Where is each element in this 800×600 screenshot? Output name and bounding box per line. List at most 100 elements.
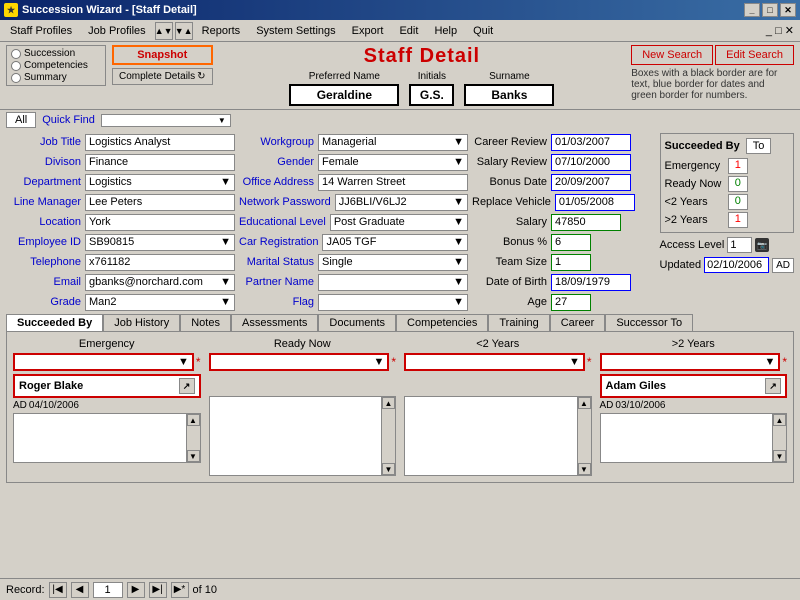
office-address-input[interactable] — [318, 174, 468, 191]
lt2-years-combo[interactable]: ▼ — [404, 353, 585, 371]
tab-documents[interactable]: Documents — [318, 314, 396, 331]
complete-details-button[interactable]: Complete Details ↻ — [112, 68, 213, 85]
record-new-button[interactable]: ▶* — [171, 582, 189, 598]
division-label: Divison — [6, 156, 81, 168]
replace-vehicle-input[interactable] — [555, 194, 635, 211]
lt2-scroll-down[interactable]: ▼ — [578, 463, 591, 475]
updated-row: Updated AD — [660, 257, 795, 273]
email-combo[interactable]: gbanks@norchard.com▼ — [85, 274, 235, 291]
gt2-scroll-up[interactable]: ▲ — [773, 414, 786, 426]
tab-job-history[interactable]: Job History — [103, 314, 180, 331]
all-button[interactable]: All — [6, 112, 36, 128]
tab-successor-to[interactable]: Successor To — [605, 314, 693, 331]
department-combo[interactable]: Logistics▼ — [85, 174, 235, 191]
record-prev-button[interactable]: ◀ — [71, 582, 89, 598]
radio-succession[interactable]: Succession — [11, 48, 101, 59]
tab-training[interactable]: Training — [488, 314, 549, 331]
emergency-column: Emergency ▼ * Roger Blake ↗ AD 04/10/200… — [13, 338, 201, 476]
sort-desc-button[interactable]: ▼▲ — [175, 22, 193, 40]
edit-search-button[interactable]: Edit Search — [715, 45, 794, 65]
lt2-years-listbox[interactable]: ▲ ▼ — [404, 396, 592, 476]
line-manager-input[interactable] — [85, 194, 235, 211]
radio-competencies[interactable]: Competencies — [11, 60, 101, 71]
workgroup-combo[interactable]: Managerial▼ — [318, 134, 468, 151]
tab-competencies[interactable]: Competencies — [396, 314, 488, 331]
menu-system-settings[interactable]: System Settings — [248, 23, 343, 39]
menu-staff-profiles[interactable]: Staff Profiles — [2, 23, 80, 39]
surname-input[interactable] — [464, 84, 554, 106]
tab-career[interactable]: Career — [550, 314, 606, 331]
bonus-pct-input[interactable] — [551, 234, 591, 251]
initials-input[interactable] — [409, 84, 454, 106]
ready-now-listbox[interactable]: ▲ ▼ — [209, 396, 397, 476]
radio-summary[interactable]: Summary — [11, 72, 101, 83]
division-input[interactable] — [85, 154, 235, 171]
employee-id-combo[interactable]: SB90815▼ — [85, 234, 235, 251]
partner-name-combo[interactable]: ▼ — [318, 274, 468, 291]
emergency-listbox[interactable]: ▲ ▼ — [13, 413, 201, 463]
menu-quit[interactable]: Quit — [465, 23, 501, 39]
ready-now-combo[interactable]: ▼ — [209, 353, 390, 371]
career-review-label: Career Review — [472, 136, 547, 148]
gt2-scroll-down[interactable]: ▼ — [773, 450, 786, 462]
preferred-name-field: Preferred Name — [289, 71, 399, 106]
job-title-input[interactable] — [85, 134, 235, 151]
emergency-combo[interactable]: ▼ — [13, 353, 194, 371]
age-input[interactable] — [551, 294, 591, 311]
grade-label: Grade — [6, 296, 81, 308]
preferred-name-input[interactable] — [289, 84, 399, 106]
location-input[interactable] — [85, 214, 235, 231]
grade-combo[interactable]: Man2▼ — [85, 294, 235, 311]
minimize-button[interactable]: _ — [744, 3, 760, 17]
record-last-button[interactable]: ▶| — [149, 582, 167, 598]
quickfind-combo[interactable]: ▼ — [101, 114, 231, 127]
educational-level-label: Educational Level — [239, 216, 326, 228]
career-review-input[interactable] — [551, 134, 631, 151]
menu-reports[interactable]: Reports — [194, 23, 249, 39]
record-first-button[interactable]: |◀ — [49, 582, 67, 598]
gt2-years-combo[interactable]: ▼ — [600, 353, 781, 371]
adam-giles-icon[interactable]: ↗ — [765, 378, 781, 394]
menu-job-profiles[interactable]: Job Profiles — [80, 23, 153, 39]
adam-giles-name: Adam Giles — [606, 380, 667, 392]
tab-succeeded-by[interactable]: Succeeded By — [6, 314, 103, 331]
office-address-label: Office Address — [239, 176, 314, 188]
network-password-combo[interactable]: JJ6BLI/V6LJ2▼ — [335, 194, 468, 211]
ready-now-scroll-up[interactable]: ▲ — [382, 397, 395, 409]
new-search-button[interactable]: New Search — [631, 45, 713, 65]
date-of-birth-input[interactable] — [551, 274, 631, 291]
menu-help[interactable]: Help — [426, 23, 465, 39]
record-total: of 10 — [193, 584, 217, 596]
menu-export[interactable]: Export — [344, 23, 392, 39]
lt2-scroll-up[interactable]: ▲ — [578, 397, 591, 409]
car-registration-combo[interactable]: JA05 TGF▼ — [322, 234, 468, 251]
marital-status-combo[interactable]: Single▼ — [318, 254, 468, 271]
updated-input[interactable] — [704, 257, 769, 273]
close-button[interactable]: ✕ — [780, 3, 796, 17]
tab-assessments[interactable]: Assessments — [231, 314, 318, 331]
listbox-scroll-up[interactable]: ▲ — [187, 414, 200, 426]
roger-blake-icon[interactable]: ↗ — [179, 378, 195, 394]
network-password-label: Network Password — [239, 196, 331, 208]
maximize-button[interactable]: □ — [762, 3, 778, 17]
record-number[interactable]: 1 — [93, 582, 123, 598]
listbox-scroll-down[interactable]: ▼ — [187, 450, 200, 462]
gt2-years-listbox[interactable]: ▲ ▼ — [600, 413, 788, 463]
salary-input[interactable] — [551, 214, 621, 231]
salary-review-input[interactable] — [551, 154, 631, 171]
succeeded-by-to-button[interactable]: To — [746, 138, 772, 154]
tab-notes[interactable]: Notes — [180, 314, 231, 331]
snapshot-button[interactable]: Snapshot — [112, 45, 213, 65]
bonus-date-input[interactable] — [551, 174, 631, 191]
telephone-input[interactable] — [85, 254, 235, 271]
menu-edit[interactable]: Edit — [391, 23, 426, 39]
record-next-button[interactable]: ▶ — [127, 582, 145, 598]
educational-level-combo[interactable]: Post Graduate▼ — [330, 214, 468, 231]
replace-vehicle-label: Replace Vehicle — [472, 196, 551, 208]
access-level-input[interactable] — [727, 237, 752, 253]
gender-combo[interactable]: Female▼ — [318, 154, 468, 171]
flag-combo[interactable]: ▼ — [318, 294, 468, 311]
ready-now-scroll-down[interactable]: ▼ — [382, 463, 395, 475]
sort-asc-button[interactable]: ▲▼ — [155, 22, 173, 40]
team-size-input[interactable] — [551, 254, 591, 271]
